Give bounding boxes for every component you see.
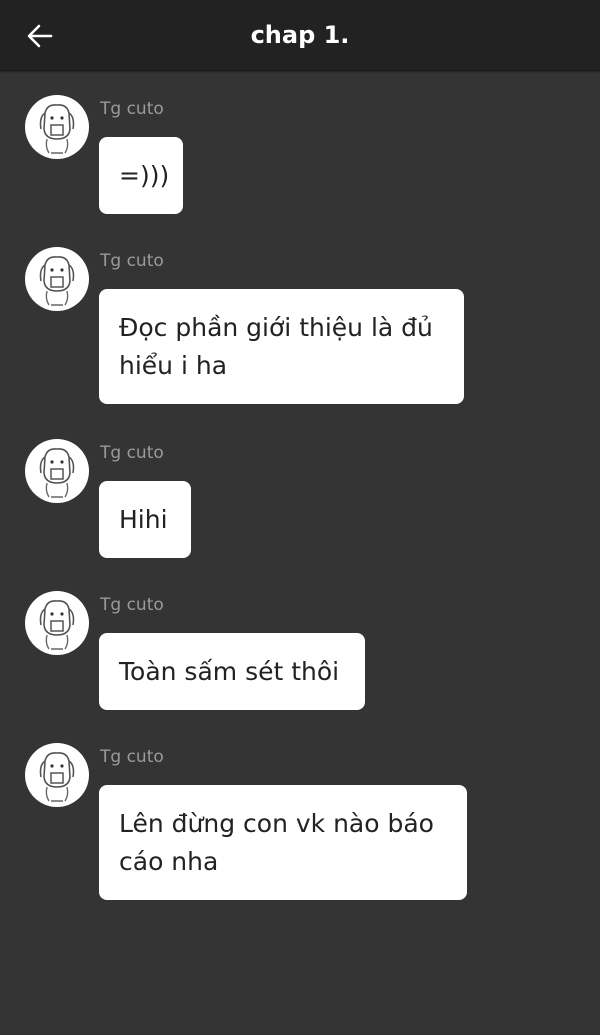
message-bubble[interactable]: Toàn sấm sét thôi <box>99 633 365 710</box>
sender-name: Tg cuto <box>100 443 164 463</box>
back-button[interactable] <box>18 14 62 58</box>
dog-avatar-icon <box>26 440 88 502</box>
avatar[interactable] <box>25 95 89 159</box>
avatar[interactable] <box>25 743 89 807</box>
sender-name: Tg cuto <box>100 251 164 271</box>
dog-avatar-icon <box>26 744 88 806</box>
dog-avatar-icon <box>26 592 88 654</box>
message-bubble[interactable]: Hihi <box>99 481 191 558</box>
sender-name: Tg cuto <box>100 747 164 767</box>
avatar[interactable] <box>25 439 89 503</box>
avatar[interactable] <box>25 247 89 311</box>
dog-avatar-icon <box>26 248 88 310</box>
top-bar: chap 1. <box>0 0 600 71</box>
dog-avatar-icon <box>26 96 88 158</box>
sender-name: Tg cuto <box>100 595 164 615</box>
message-bubble[interactable]: =))) <box>99 137 183 214</box>
message-bubble[interactable]: Đọc phần giới thiệu là đủ hiểu i ha <box>99 289 464 404</box>
avatar[interactable] <box>25 591 89 655</box>
sender-name: Tg cuto <box>100 99 164 119</box>
chapter-title: chap 1. <box>250 21 350 49</box>
arrow-left-icon <box>27 24 53 48</box>
message-bubble[interactable]: Lên đừng con vk nào báo cáo nha <box>99 785 467 900</box>
